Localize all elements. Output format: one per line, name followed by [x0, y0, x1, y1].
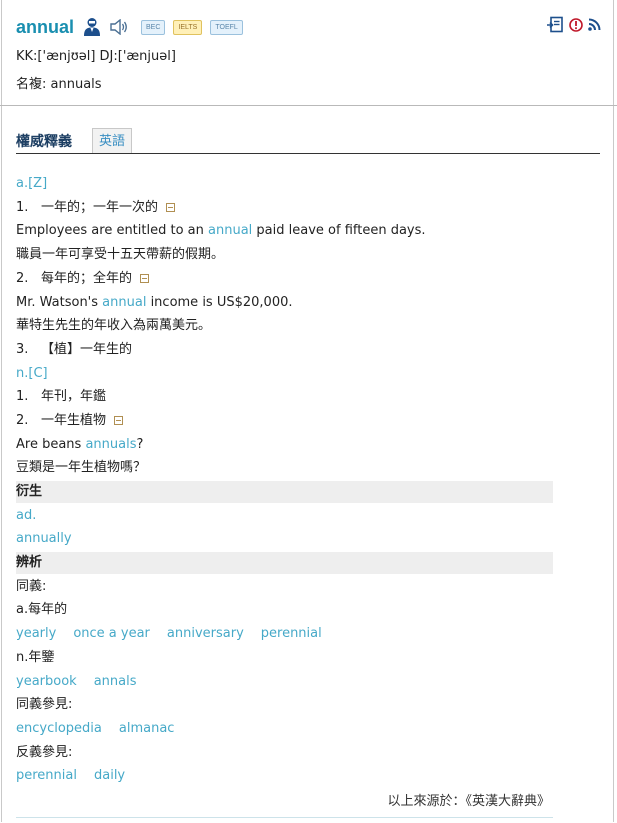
keyword-link[interactable]: annual: [102, 295, 146, 310]
sense-item: 1. 年刊，年鑑: [16, 386, 106, 408]
tab-authoritative[interactable]: 權威釋義: [16, 131, 72, 151]
example-text: Are beans: [16, 437, 86, 452]
collapse-icon[interactable]: [140, 274, 150, 283]
footer-divider: [16, 817, 553, 818]
see-also-list: encyclopedia almanac: [16, 718, 191, 740]
example-translation: 豆類是一年生植物嗎？: [16, 460, 147, 475]
rss-icon[interactable]: [588, 18, 601, 31]
sense-number: 1.: [16, 389, 29, 404]
word-header: annual BEC IELTS TOEFL KK:['ænjʊəl] DJ:[…: [0, 0, 617, 106]
derivation-word-link[interactable]: annually: [16, 528, 72, 550]
source-attribution: 以上來源於：《英漢大辭典》: [387, 794, 550, 809]
example-text: Employees are entitled to an: [16, 223, 209, 238]
derivation-pos[interactable]: ad.: [16, 505, 36, 527]
sense-text: 年刊，年鑑: [41, 389, 107, 404]
see-also-link[interactable]: almanac: [119, 721, 175, 736]
pos-adjective: a.[Z]: [16, 176, 48, 191]
see-also-label: 同義參見:: [16, 697, 73, 712]
add-to-wordbook-icon[interactable]: [547, 16, 564, 33]
synonym-link[interactable]: anniversary: [167, 626, 244, 641]
antonym-list: perennial daily: [16, 765, 142, 787]
sense-item: 2. 每年的；全年的: [16, 268, 150, 290]
adj-synonym-list: yearly once a year anniversary perennial: [16, 623, 339, 645]
noun-synonym-label: n.年鑒: [16, 650, 55, 665]
bec-badge[interactable]: BEC: [141, 19, 166, 35]
synonym-link[interactable]: once a year: [73, 626, 150, 641]
sense-number: 1.: [16, 200, 29, 215]
sense-number: 2.: [16, 271, 29, 286]
report-error-icon[interactable]: [569, 17, 583, 32]
synonym-link[interactable]: yearly: [16, 626, 56, 641]
sense-text: 【植】一年生的: [41, 342, 133, 357]
example-text: Mr. Watson's: [16, 295, 103, 310]
synonym-link[interactable]: yearbook: [16, 674, 77, 689]
collapse-icon[interactable]: [166, 203, 176, 212]
sense-item: 1. 一年的；一年一次的: [16, 197, 176, 219]
example-text: paid leave of fifteen days.: [252, 223, 426, 238]
example-text: income is US$20,000.: [146, 295, 293, 310]
sense-text: 一年的；一年一次的: [41, 200, 159, 215]
plural-value: annuals: [50, 77, 102, 92]
example-sentence: Employees are entitled to an annual paid…: [16, 220, 426, 242]
noun-synonym-list: yearbook annals: [16, 671, 154, 693]
adj-synonym-label: a.每年的: [16, 602, 68, 617]
derivation-heading: 衍生: [16, 481, 553, 503]
sense-number: 2.: [16, 413, 29, 428]
pronunciation: KK:['ænjʊəl] DJ:['ænjuəl]: [16, 49, 176, 64]
sense-number: 3.: [16, 342, 29, 357]
speaker-icon[interactable]: [109, 19, 129, 35]
example-sentence: Are beans annuals?: [16, 434, 143, 456]
plural-form: 名複: annuals: [16, 73, 102, 92]
sense-item: 2. 一年生植物: [16, 410, 124, 432]
see-also-link[interactable]: encyclopedia: [16, 721, 102, 736]
antonym-label: 反義參見:: [16, 745, 73, 760]
person-icon[interactable]: [83, 17, 101, 37]
keyword-link[interactable]: annual: [208, 223, 252, 238]
sense-item: 3. 【植】一年生的: [16, 339, 132, 361]
definition-tabs: 權威釋義 英語: [16, 128, 600, 154]
plural-label: 名複:: [16, 77, 47, 92]
example-translation: 華特生先生的年收入為兩萬美元。: [16, 318, 212, 333]
synonym-link[interactable]: annals: [94, 674, 137, 689]
sense-text: 一年生植物: [41, 413, 107, 428]
example-translation: 職員一年可享受十五天帶薪的假期。: [16, 247, 225, 262]
synonym-link[interactable]: perennial: [261, 626, 322, 641]
antonym-link[interactable]: daily: [94, 768, 125, 783]
pos-noun: n.[C]: [16, 366, 48, 381]
example-text: ?: [136, 437, 144, 452]
keyword-link[interactable]: annuals: [85, 437, 136, 452]
ielts-badge[interactable]: IELTS: [173, 19, 203, 35]
example-sentence: Mr. Watson's annual income is US$20,000.: [16, 292, 293, 314]
tab-english[interactable]: 英語: [92, 128, 133, 153]
headword: annual: [16, 16, 75, 37]
analysis-heading: 辨析: [16, 552, 553, 574]
synonym-label: 同義:: [16, 579, 47, 594]
collapse-icon[interactable]: [114, 416, 124, 425]
antonym-link[interactable]: perennial: [16, 768, 77, 783]
toefl-badge[interactable]: TOEFL: [210, 19, 243, 35]
sense-text: 每年的；全年的: [41, 271, 133, 286]
